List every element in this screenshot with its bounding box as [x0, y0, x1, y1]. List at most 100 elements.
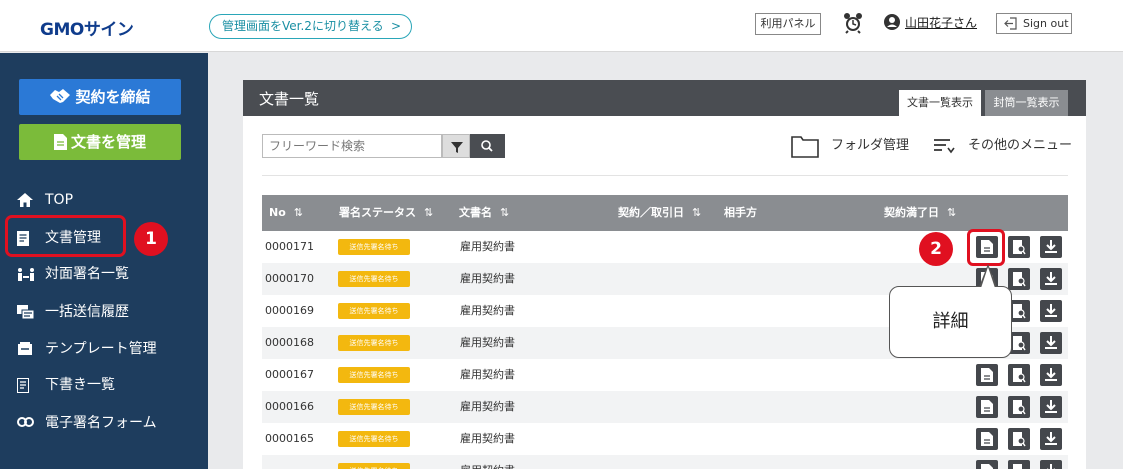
- sidebar-item-label: 対面署名一覧: [45, 266, 129, 282]
- search-button[interactable]: [470, 134, 505, 158]
- document-name[interactable]: 雇用契約書: [460, 263, 515, 295]
- detail-tooltip: 詳細: [889, 286, 1012, 358]
- column-header-contract-date[interactable]: 契約／取引日 ⇅: [618, 195, 701, 231]
- other-menu-button[interactable]: その他のメニュー: [933, 134, 1072, 158]
- column-header-label: 契約／取引日: [618, 206, 684, 219]
- detail-button[interactable]: [976, 396, 998, 418]
- filter-button[interactable]: [442, 134, 470, 158]
- tooltip-tail-fill: [981, 267, 995, 288]
- status-badge: 送信先署名待ち: [338, 239, 410, 255]
- sidebar-item-face-to-face[interactable]: 対面署名一覧: [17, 260, 197, 288]
- preview-button[interactable]: [1008, 460, 1030, 469]
- column-header-label: No: [269, 206, 286, 219]
- version-switch-button[interactable]: 管理画面をVer.2に切り替える >: [209, 14, 412, 39]
- document-name[interactable]: 雇用契約書: [460, 455, 515, 469]
- document-number: 0000168: [265, 336, 314, 349]
- gmo-sign-logo[interactable]: GMOサイン: [40, 15, 134, 40]
- document-name[interactable]: 雇用契約書: [460, 295, 515, 327]
- template-icon: [18, 342, 32, 355]
- callout-step-2-badge: 2: [919, 232, 953, 266]
- free-word-search-input[interactable]: フリーワード検索: [262, 134, 442, 158]
- callout-step-1-badge: 1: [134, 222, 168, 256]
- sign-out-icon: [1004, 17, 1017, 30]
- sort-icon[interactable]: ⇅: [424, 206, 433, 219]
- link-icon: [17, 417, 34, 427]
- sign-out-button[interactable]: Sign out: [996, 13, 1072, 34]
- download-button[interactable]: [1040, 300, 1062, 322]
- document-name[interactable]: 雇用契約書: [460, 391, 515, 423]
- divider: [262, 175, 1068, 176]
- document-number: 0000170: [265, 272, 314, 285]
- download-button[interactable]: [1040, 332, 1062, 354]
- draft-icon: [17, 378, 29, 393]
- sort-icon[interactable]: ⇅: [500, 206, 509, 219]
- document-number: 0000167: [265, 368, 314, 381]
- handshake-icon: [50, 89, 71, 103]
- column-header-no[interactable]: No ⇅: [269, 195, 303, 231]
- preview-button[interactable]: [1008, 268, 1030, 290]
- page-title: 文書一覧: [259, 90, 320, 108]
- column-header-counterparty[interactable]: 相手方: [724, 195, 757, 231]
- preview-button[interactable]: [1008, 428, 1030, 450]
- download-button[interactable]: [1040, 364, 1062, 386]
- preview-button[interactable]: [1008, 236, 1030, 258]
- table-row[interactable]: 0000166 送信先署名待ち 雇用契約書: [262, 391, 1068, 423]
- column-header-label: 署名ステータス: [339, 206, 416, 219]
- document-icon: [53, 134, 67, 150]
- status-badge: 送信先署名待ち: [338, 271, 410, 287]
- sidebar-item-drafts[interactable]: 下書き一覧: [17, 371, 197, 399]
- sort-icon[interactable]: ⇅: [947, 206, 956, 219]
- download-button[interactable]: [1040, 428, 1062, 450]
- sidebar-item-label: 一括送信履歴: [45, 304, 129, 320]
- folder-management-button[interactable]: フォルダ管理: [791, 134, 909, 158]
- sort-icon[interactable]: ⇅: [294, 206, 303, 219]
- table-row[interactable]: 0000167 送信先署名待ち 雇用契約書: [262, 359, 1068, 391]
- document-name[interactable]: 雇用契約書: [460, 359, 515, 391]
- status-badge: 送信先署名待ち: [338, 463, 410, 469]
- document-name[interactable]: 雇用契約書: [460, 423, 515, 455]
- download-button[interactable]: [1040, 268, 1062, 290]
- sidebar-item-e-signature-form[interactable]: 電子署名フォーム: [17, 409, 197, 437]
- table-row[interactable]: 送信先署名待ち 雇用契約書: [262, 455, 1068, 469]
- document-name[interactable]: 雇用契約書: [460, 231, 515, 263]
- sign-out-label: Sign out: [1023, 17, 1069, 30]
- folder-icon: [791, 136, 819, 158]
- sidebar-item-top[interactable]: TOP: [17, 186, 197, 214]
- menu-list-icon: [934, 139, 955, 154]
- status-badge: 送信先署名待ち: [338, 303, 410, 319]
- tab-envelope-list[interactable]: 封筒一覧表示: [985, 90, 1068, 116]
- sidebar-item-template-management[interactable]: テンプレート管理: [17, 335, 197, 363]
- download-button[interactable]: [1040, 460, 1062, 469]
- manage-documents-button[interactable]: 文書を管理: [19, 124, 181, 160]
- sign-contract-button[interactable]: 契約を締結: [19, 79, 181, 115]
- document-name[interactable]: 雇用契約書: [460, 327, 515, 359]
- sidebar-item-label: TOP: [45, 192, 74, 208]
- sort-icon[interactable]: ⇅: [692, 206, 701, 219]
- preview-button[interactable]: [1008, 396, 1030, 418]
- alarm-clock-icon[interactable]: [843, 12, 863, 34]
- download-button[interactable]: [1040, 396, 1062, 418]
- usage-panel-button[interactable]: 利用パネル: [755, 13, 821, 35]
- table-row[interactable]: 0000165 送信先署名待ち 雇用契約書: [262, 423, 1068, 455]
- download-button[interactable]: [1040, 236, 1062, 258]
- sidebar-item-bulk-send-history[interactable]: 一括送信履歴: [17, 298, 197, 326]
- column-header-label: 契約満了日: [884, 206, 939, 219]
- callout-highlight-document-management: [5, 215, 126, 257]
- column-header-expiry-date[interactable]: 契約満了日 ⇅: [884, 195, 956, 231]
- detail-button[interactable]: [976, 364, 998, 386]
- preview-button[interactable]: [1008, 364, 1030, 386]
- detail-button[interactable]: [976, 460, 998, 469]
- detail-button[interactable]: [976, 428, 998, 450]
- column-header-label: 相手方: [724, 206, 757, 219]
- tab-document-list[interactable]: 文書一覧表示: [899, 90, 981, 116]
- chevron-right-icon: >: [390, 19, 401, 33]
- callout-highlight-detail-button: [967, 229, 1005, 266]
- column-header-status[interactable]: 署名ステータス ⇅: [339, 195, 433, 231]
- document-number: 0000166: [265, 400, 314, 413]
- document-number: 0000169: [265, 304, 314, 317]
- status-badge: 送信先署名待ち: [338, 367, 410, 383]
- search-icon: [481, 140, 493, 152]
- column-header-document-name[interactable]: 文書名 ⇅: [459, 195, 509, 231]
- user-menu[interactable]: 山田花子さん: [884, 14, 977, 31]
- document-number: 0000165: [265, 432, 314, 445]
